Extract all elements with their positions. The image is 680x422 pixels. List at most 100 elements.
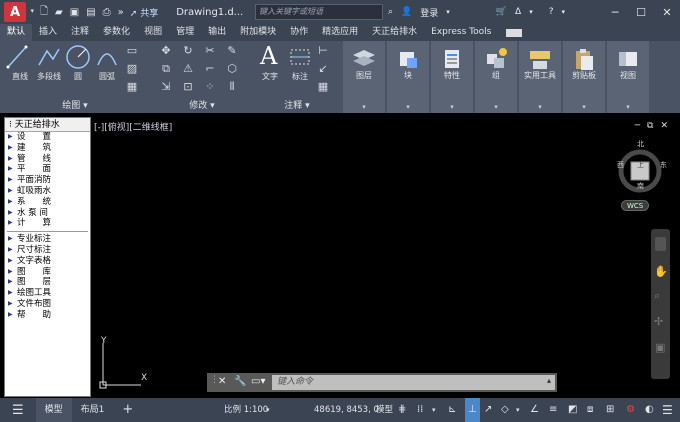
add-layout-button[interactable]: + [113,398,142,422]
utilities-button[interactable]: 实用工具 ▾ [519,41,561,113]
tab-tangent-plumbing[interactable]: 天正给排水 [365,24,424,41]
chevron-down-icon[interactable]: ▾ [432,398,436,422]
chevron-down-icon[interactable]: ▾ [266,398,270,422]
tab-annotate[interactable]: 注释 [64,24,96,41]
tab-manage[interactable]: 管理 [169,24,201,41]
move-icon[interactable]: ✥ [160,45,172,57]
save-icon[interactable]: ▣ [70,7,79,18]
selection-cycling-icon[interactable]: ⧈ [587,398,593,422]
copy-icon[interactable]: ⧉ [160,63,172,75]
transparency-icon[interactable]: ◩ [568,398,577,422]
block-button[interactable]: 块 ▾ [387,41,429,113]
steering-wheel-icon[interactable] [655,237,666,251]
palette-item[interactable]: ▶ 平 面 [5,164,90,175]
chevron-down-icon[interactable]: ▾ [516,398,520,422]
palette-item[interactable]: ▶ 图 库 [5,267,90,278]
gradient-icon[interactable]: ▦ [126,81,138,93]
ribbon-options-icon[interactable] [506,28,523,37]
annotation-visibility-icon[interactable]: ⊞ [606,398,614,422]
circle-label[interactable]: 圆 [66,71,90,82]
tab-collaborate[interactable]: 协作 [283,24,315,41]
group-button[interactable]: 组 ▾ [475,41,517,113]
tab-default[interactable]: 默认 [0,24,33,41]
palette-item[interactable]: ▶ 帮 助 [5,310,90,321]
palette-item[interactable]: ▶ 文字表格 [5,256,90,267]
infer-constraints-icon[interactable]: ⊾ [448,398,456,422]
circle-icon[interactable] [65,44,91,70]
palette-item[interactable]: ▶ 计 算 [5,218,90,229]
linear-dim-icon[interactable]: ⊢ [317,45,329,57]
palette-item[interactable]: ▶ 文件布图 [5,299,90,310]
tab-layout1[interactable]: 布局1 [72,398,114,422]
dimension-icon[interactable] [288,47,312,67]
chevron-down-icon[interactable]: ▾ [30,7,34,15]
text-icon[interactable]: A [260,42,277,70]
dimension-label[interactable]: 标注 [287,71,313,82]
cart-icon[interactable]: 🛒 [496,7,507,17]
explode-icon[interactable]: ⬡ [226,63,238,75]
tab-addins[interactable]: 附加模块 [233,24,283,41]
search-input[interactable]: 键入关键字或短语 [255,4,383,20]
close-icon[interactable]: ✕ [218,376,226,387]
palette-item[interactable]: ▶ 建 筑 [5,143,90,154]
annotation-panel-label[interactable]: 注释 ▾ [254,98,340,111]
polar-tracking-icon[interactable]: ↗ [484,398,492,422]
mirror-icon[interactable]: ⚠ [182,63,194,75]
print-icon[interactable]: ⎙ [103,7,111,18]
chevron-down-icon[interactable]: ▾ [561,8,565,16]
chevron-down-icon[interactable]: ▾ [446,8,450,16]
isodraft-icon[interactable]: ◇ [501,398,509,422]
user-icon[interactable]: 👤 [401,7,412,17]
more-icon[interactable]: » [118,7,124,18]
login-button[interactable]: 登录 [420,6,438,19]
array-icon[interactable]: ⁘ [204,81,216,93]
tab-view[interactable]: 视图 [137,24,169,41]
autodesk-a-icon[interactable]: Δ [515,7,521,17]
orbit-icon[interactable]: ✢ [654,315,663,328]
table-icon[interactable]: ▦ [317,81,329,93]
polyline-icon[interactable] [37,45,61,69]
zoom-icon[interactable]: ⌕ [654,289,660,303]
stretch-icon[interactable]: ⇲ [160,81,172,93]
ortho-icon[interactable]: ⊥ [465,398,480,422]
snap-icon[interactable]: ⁞⁞ [417,398,423,422]
showmotion-icon[interactable]: ▣ [655,341,665,354]
properties-button[interactable]: 特性 ▾ [431,41,473,113]
open-folder-icon[interactable]: ▰ [55,7,63,18]
tab-model[interactable]: 模型 [35,398,72,422]
annotation-scale[interactable]: 比例 1:100 [224,398,268,422]
arc-label[interactable]: 圆弧 [94,71,120,82]
palette-item[interactable]: ▶ 虹吸雨水 [5,186,90,197]
scale-icon[interactable]: ⊡ [182,81,194,93]
model-space-toggle[interactable]: 模型 [376,398,393,422]
erase-icon[interactable]: ✎ [226,45,238,57]
lineweight-icon[interactable]: ≡ [549,398,557,422]
rotate-icon[interactable]: ↻ [182,45,194,57]
search-icon[interactable]: ⌕ [388,7,393,17]
close-icon[interactable]: ✕ [654,6,680,19]
viewport-controls-label[interactable]: [-][俯视][二维线框] [94,120,172,133]
new-file-icon[interactable]: 🗋 [40,4,48,21]
recent-commands-icon[interactable]: ▭▾ [251,376,265,387]
fillet-icon[interactable]: ⌐ [204,63,216,75]
tab-insert[interactable]: 插入 [32,24,64,41]
palette-item[interactable]: ▶ 水 泵 间 [5,208,90,219]
menu-icon[interactable]: ☰ [12,403,24,418]
help-icon[interactable]: ? [549,7,554,17]
tab-parametric[interactable]: 参数化 [96,24,137,41]
palette-item[interactable]: ▶ 系 统 [5,197,90,208]
view-button[interactable]: 视图 ▾ [607,41,649,113]
leader-icon[interactable]: ↙ [317,63,329,75]
palette-item[interactable]: ▶ 管 线 [5,154,90,165]
customization-menu-icon[interactable]: ☰ [662,398,673,422]
trim-icon[interactable]: ✂ [204,45,216,57]
wcs-menu[interactable]: WCS [621,200,650,211]
workspace-icon[interactable]: ⚙ [626,398,635,422]
drawing-canvas[interactable]: [-][俯视][二维线框] ─ ⧉ ✕ 北 南 西 东 上 WCS ✋ ⌕ ✢ … [93,117,676,397]
hatch-icon[interactable]: ▨ [126,63,138,75]
minimize-viewport-icon[interactable]: ─ [635,121,640,131]
tab-express-tools[interactable]: Express Tools [424,24,498,41]
palette-item[interactable]: ▶ 图 层 [5,277,90,288]
draw-panel-label[interactable]: 绘图 ▾ [0,98,150,111]
palette-item[interactable]: ▶ 设 置 [5,132,90,143]
